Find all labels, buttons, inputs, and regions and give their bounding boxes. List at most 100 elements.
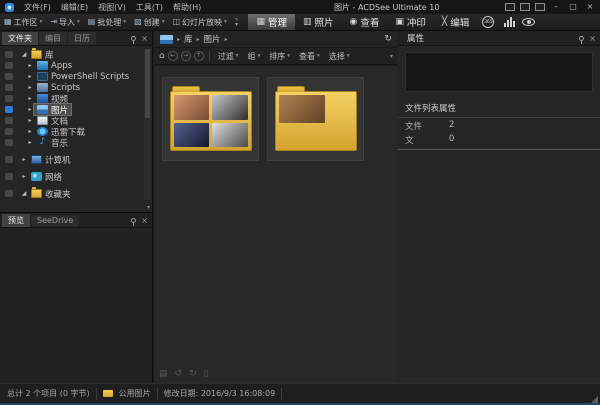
tree-item-computer[interactable]: ▸ 计算机: [0, 154, 152, 165]
expand-arrow-icon[interactable]: ▸: [26, 62, 34, 69]
expand-arrow-icon[interactable]: ▸: [26, 117, 34, 124]
quick-marker-icon[interactable]: [5, 51, 13, 58]
back-icon[interactable]: ←: [168, 51, 178, 61]
folder-tile-2[interactable]: [267, 77, 364, 161]
pin-icon[interactable]: [131, 36, 136, 41]
quick-marker-icon[interactable]: [5, 139, 13, 146]
titlebar-extra-button-1[interactable]: [505, 3, 515, 11]
tree-item-thunder-download[interactable]: ▸ 迅雷下载: [0, 126, 152, 137]
picture-location-icon[interactable]: [160, 35, 173, 44]
scroll-down-icon[interactable]: ▾: [147, 204, 150, 211]
undo-icon[interactable]: ↺: [175, 369, 183, 379]
menu-edit[interactable]: 编辑(E): [56, 2, 93, 13]
app-logo-icon[interactable]: [5, 3, 14, 12]
tab-preview[interactable]: 预览: [2, 214, 30, 227]
photo-thumbnail: [212, 123, 248, 148]
quick-marker-icon[interactable]: [5, 62, 13, 69]
expand-arrow-icon[interactable]: ▸: [26, 84, 34, 91]
close-icon[interactable]: ×: [141, 216, 148, 225]
menu-tools[interactable]: 工具(T): [131, 2, 168, 13]
tree-scrollbar[interactable]: [144, 49, 151, 200]
expand-arrow-icon[interactable]: ▸: [26, 106, 34, 113]
filter-button[interactable]: 过滤▾: [215, 51, 242, 62]
dashboard-bars-icon[interactable]: [504, 17, 515, 27]
expand-arrow-icon[interactable]: ▸: [20, 173, 28, 180]
close-button[interactable]: ×: [584, 2, 596, 11]
tree-item-documents[interactable]: ▸ 文档: [0, 115, 152, 126]
resize-grip[interactable]: [591, 396, 598, 403]
tree-item-music[interactable]: ▸ ♪音乐: [0, 137, 152, 148]
tree-item-favorites[interactable]: ◢ 收藏夹: [0, 188, 152, 199]
import-button[interactable]: ⇥ 导入 ▾: [46, 14, 83, 30]
titlebar-extra-button-3[interactable]: [535, 3, 545, 11]
tree-item-scripts[interactable]: ▸ Scripts: [0, 82, 152, 93]
quickview-eye-icon[interactable]: [522, 18, 535, 26]
up-icon[interactable]: ↑: [194, 51, 204, 61]
properties-empty-box[interactable]: [405, 52, 593, 92]
slideshow-button[interactable]: ◫ 幻灯片放映 ▾: [168, 14, 230, 30]
tree-item-apps[interactable]: ▸ Apps: [0, 60, 152, 71]
expand-arrow-icon[interactable]: ▸: [26, 128, 34, 135]
expand-arrow-icon[interactable]: ▸: [26, 139, 34, 146]
tree-item-library[interactable]: ◢ 库: [0, 49, 152, 60]
menu-help[interactable]: 帮助(H): [168, 2, 206, 13]
menu-file[interactable]: 文件(F): [19, 2, 56, 13]
toolbar-overflow-button[interactable]: » ▾: [231, 17, 243, 27]
maximize-button[interactable]: □: [567, 2, 579, 11]
toolbar-overflow-caret-icon[interactable]: ▾: [390, 53, 393, 60]
menu-view[interactable]: 视图(V): [93, 2, 131, 13]
expand-arrow-icon[interactable]: ◢: [20, 51, 28, 58]
quick-marker-icon[interactable]: [5, 156, 13, 163]
breadcrumb-item-pictures[interactable]: 图片: [204, 33, 221, 45]
tab-folders[interactable]: 文件夹: [2, 32, 38, 45]
expand-arrow-icon[interactable]: ▸: [26, 73, 34, 80]
group-button[interactable]: 组▾: [244, 51, 263, 62]
delete-icon[interactable]: ▯: [204, 369, 209, 379]
tree-item-powershell-scripts[interactable]: ▸ PowerShell Scripts: [0, 71, 152, 82]
expand-arrow-icon[interactable]: ▸: [20, 156, 28, 163]
folder-tile-1[interactable]: [162, 77, 259, 161]
tab-view[interactable]: ◉ 查看: [342, 14, 388, 30]
tree-item-pictures[interactable]: ▸ 图片: [0, 104, 152, 115]
select-button[interactable]: 选择▾: [326, 51, 353, 62]
tab-seedrive[interactable]: SeeDrive: [31, 215, 79, 226]
quick-marker-icon[interactable]: [5, 106, 13, 113]
sort-button[interactable]: 排序▾: [266, 51, 293, 62]
tree-item-videos[interactable]: ▸ 视频: [0, 93, 152, 104]
tag-icon[interactable]: ▤: [159, 369, 168, 379]
batch-button[interactable]: ▤ 批处理 ▾: [84, 14, 130, 30]
quick-marker-icon[interactable]: [5, 73, 13, 80]
create-button[interactable]: ▧ 创建 ▾: [130, 14, 168, 30]
redo-icon[interactable]: ↻: [189, 369, 197, 379]
pin-icon[interactable]: [131, 218, 136, 223]
workspace-button[interactable]: ▦ 工作区 ▾: [0, 14, 46, 30]
quick-marker-icon[interactable]: [5, 95, 13, 102]
tab-catalog[interactable]: 编目: [39, 32, 67, 45]
tab-manage[interactable]: ▦ 管理: [248, 14, 295, 30]
view-button[interactable]: 查看▾: [296, 51, 323, 62]
tab-photos[interactable]: ▥ 照片: [295, 14, 342, 30]
file-list[interactable]: ▤ ↺ ↻ ▯: [154, 66, 398, 383]
forward-icon[interactable]: →: [181, 51, 191, 61]
close-icon[interactable]: ×: [589, 34, 596, 43]
close-icon[interactable]: ×: [141, 34, 148, 43]
quick-marker-icon[interactable]: [5, 84, 13, 91]
expand-arrow-icon[interactable]: ◢: [20, 190, 28, 197]
quick-marker-icon[interactable]: [5, 190, 13, 197]
refresh-icon[interactable]: ↻: [384, 34, 392, 44]
home-icon[interactable]: ⌂: [159, 52, 165, 61]
minimize-button[interactable]: –: [550, 2, 562, 11]
quick-marker-icon[interactable]: [5, 173, 13, 180]
titlebar-extra-button-2[interactable]: [520, 3, 530, 11]
expand-arrow-icon[interactable]: ▸: [26, 95, 34, 102]
tab-edit[interactable]: ╳ 编辑: [434, 14, 477, 30]
pin-icon[interactable]: [579, 36, 584, 41]
quick-marker-icon[interactable]: [5, 128, 13, 135]
breadcrumb-item-library[interactable]: 库: [184, 33, 193, 45]
scrollbar-thumb[interactable]: [145, 49, 150, 118]
tab-calendar[interactable]: 日历: [68, 32, 96, 45]
tree-item-network[interactable]: ▸ 网络: [0, 171, 152, 182]
365-badge-icon[interactable]: 365: [482, 16, 494, 28]
tab-develop[interactable]: ▣ 冲印: [387, 14, 434, 30]
quick-marker-icon[interactable]: [5, 117, 13, 124]
